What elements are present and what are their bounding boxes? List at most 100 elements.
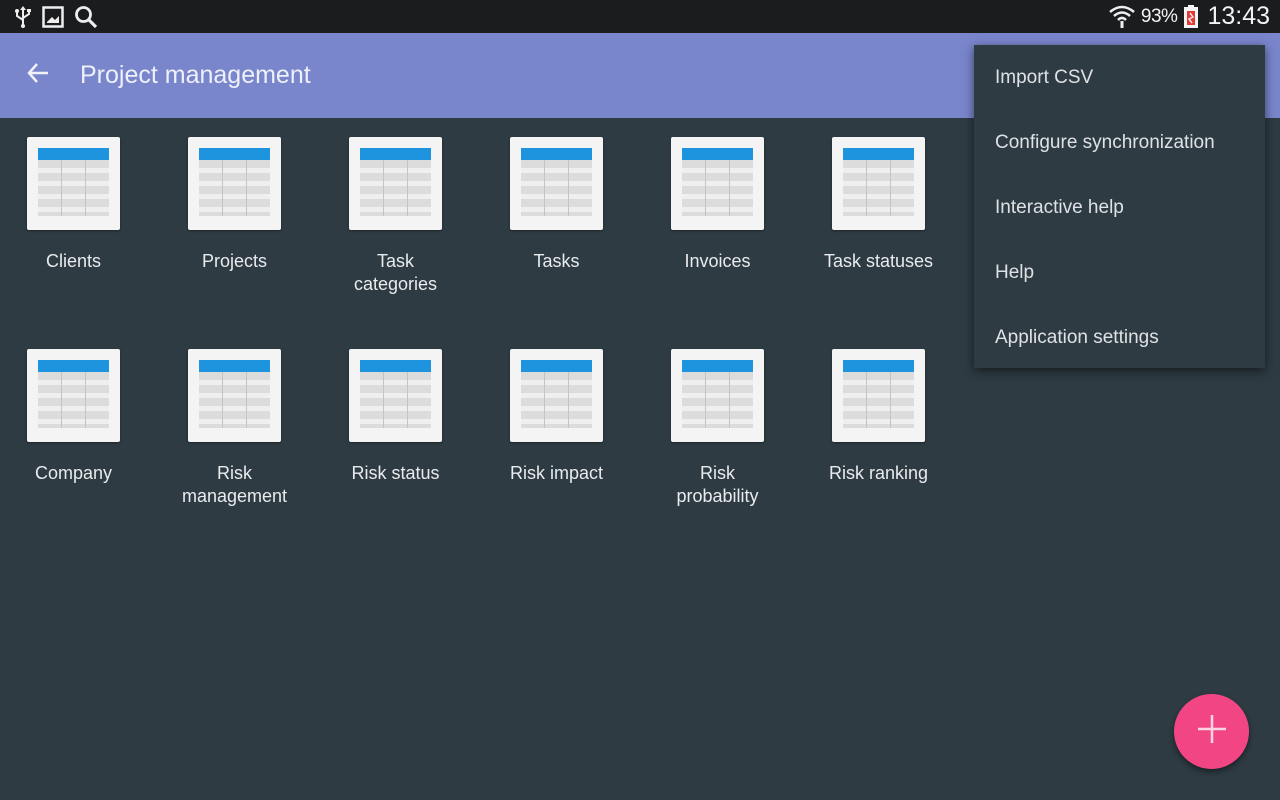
- table-icon-row: [360, 406, 431, 411]
- table-icon-column: [222, 372, 223, 428]
- table-icon: [832, 349, 925, 442]
- search-icon: [74, 5, 98, 29]
- status-right-icons: 93% 13:43: [1109, 2, 1270, 31]
- back-button[interactable]: [16, 54, 60, 98]
- table-icon-row: [38, 207, 109, 212]
- table-tile-risk-management[interactable]: Risk management: [154, 330, 315, 520]
- table-icon-row: [199, 406, 270, 411]
- table-icon-column: [246, 160, 247, 216]
- battery-percent: 93%: [1140, 5, 1178, 27]
- table-tile-invoices[interactable]: Invoices: [637, 118, 798, 308]
- table-icon-column: [568, 160, 569, 216]
- table-icon-column: [383, 160, 384, 216]
- add-button[interactable]: [1174, 694, 1249, 769]
- table-tile-projects[interactable]: Projects: [154, 118, 315, 308]
- table-icon: [349, 137, 442, 230]
- table-icon-row: [360, 419, 431, 424]
- table-icon-column: [866, 372, 867, 428]
- table-icon-column: [729, 372, 730, 428]
- table-icon-row: [843, 168, 914, 173]
- table-tile-label: Clients: [45, 251, 102, 271]
- table-icon-row: [521, 393, 592, 398]
- status-bar: 93% 13:43: [0, 0, 1280, 33]
- table-icon-column: [890, 160, 891, 216]
- table-icon-row: [199, 181, 270, 186]
- table-icon-column: [383, 372, 384, 428]
- table-icon-row: [682, 406, 753, 411]
- table-tile-label: Projects: [201, 251, 268, 271]
- menu-item-application-settings[interactable]: Application settings: [974, 305, 1265, 370]
- table-tile-label: Risk probability: [676, 463, 759, 506]
- table-tile-risk-status[interactable]: Risk status: [315, 330, 476, 520]
- table-icon-row: [38, 393, 109, 398]
- table-tile-label: Task categories: [353, 251, 438, 294]
- table-icon-column: [568, 372, 569, 428]
- table-tile-tasks[interactable]: Tasks: [476, 118, 637, 308]
- table-icon-row: [843, 380, 914, 385]
- table-icon-row: [521, 406, 592, 411]
- table-icon-row: [360, 393, 431, 398]
- table-tile-risk-impact[interactable]: Risk impact: [476, 330, 637, 520]
- table-tile-risk-ranking[interactable]: Risk ranking: [798, 330, 959, 520]
- table-tile-task-statuses[interactable]: Task statuses: [798, 118, 959, 308]
- page-title: Project management: [80, 61, 311, 89]
- table-icon-row: [521, 207, 592, 212]
- table-icon-row: [199, 419, 270, 424]
- table-icon-row: [682, 419, 753, 424]
- status-left-icons: [14, 5, 98, 29]
- clock: 13:43: [1207, 2, 1270, 30]
- table-tile-label: Risk management: [181, 463, 288, 506]
- table-icon: [27, 349, 120, 442]
- menu-item-configure-synchronization[interactable]: Configure synchronization: [974, 110, 1265, 175]
- table-icon-row: [682, 207, 753, 212]
- table-icon-row: [843, 406, 914, 411]
- menu-item-help[interactable]: Help: [974, 240, 1265, 305]
- table-icon-column: [544, 160, 545, 216]
- table-icon-row: [843, 419, 914, 424]
- table-tile-label: Risk status: [351, 463, 440, 483]
- overflow-menu: Import CSV Configure synchronization Int…: [974, 45, 1265, 368]
- table-icon: [832, 137, 925, 230]
- table-tile-risk-probability[interactable]: Risk probability: [637, 330, 798, 520]
- battery-icon: [1183, 4, 1199, 29]
- table-icon-column: [705, 372, 706, 428]
- table-icon-row: [843, 207, 914, 212]
- table-icon-column: [729, 160, 730, 216]
- table-icon: [188, 349, 281, 442]
- table-tile-label: Risk impact: [509, 463, 603, 483]
- table-icon-row: [38, 380, 109, 385]
- table-tile-label: Invoices: [684, 251, 751, 271]
- table-icon-row: [360, 181, 431, 186]
- table-icon: [671, 349, 764, 442]
- table-icon-column: [61, 160, 62, 216]
- table-icon-row: [38, 194, 109, 199]
- table-tile-label: Task statuses: [823, 251, 934, 271]
- menu-item-import-csv[interactable]: Import CSV: [974, 45, 1265, 110]
- menu-item-interactive-help[interactable]: Interactive help: [974, 175, 1265, 240]
- table-icon-row: [38, 181, 109, 186]
- table-icon-column: [890, 372, 891, 428]
- table-icon-row: [360, 168, 431, 173]
- table-icon-row: [521, 181, 592, 186]
- table-icon-column: [61, 372, 62, 428]
- table-tile-label: Risk ranking: [828, 463, 929, 483]
- table-icon: [27, 137, 120, 230]
- table-icon: [510, 349, 603, 442]
- table-icon-row: [360, 194, 431, 199]
- table-icon-row: [521, 168, 592, 173]
- table-icon-row: [843, 181, 914, 186]
- table-icon: [188, 137, 281, 230]
- table-tile-clients[interactable]: Clients: [0, 118, 154, 308]
- table-tile-company[interactable]: Company: [0, 330, 154, 520]
- table-icon: [671, 137, 764, 230]
- arrow-back-icon: [26, 61, 50, 90]
- table-icon-row: [843, 194, 914, 199]
- table-icon-row: [682, 168, 753, 173]
- table-icon: [510, 137, 603, 230]
- table-icon-row: [38, 168, 109, 173]
- table-icon-row: [199, 168, 270, 173]
- table-tile-task-categories[interactable]: Task categories: [315, 118, 476, 308]
- usb-icon: [14, 5, 32, 28]
- table-icon-row: [360, 380, 431, 385]
- table-tile-label: Tasks: [533, 251, 580, 271]
